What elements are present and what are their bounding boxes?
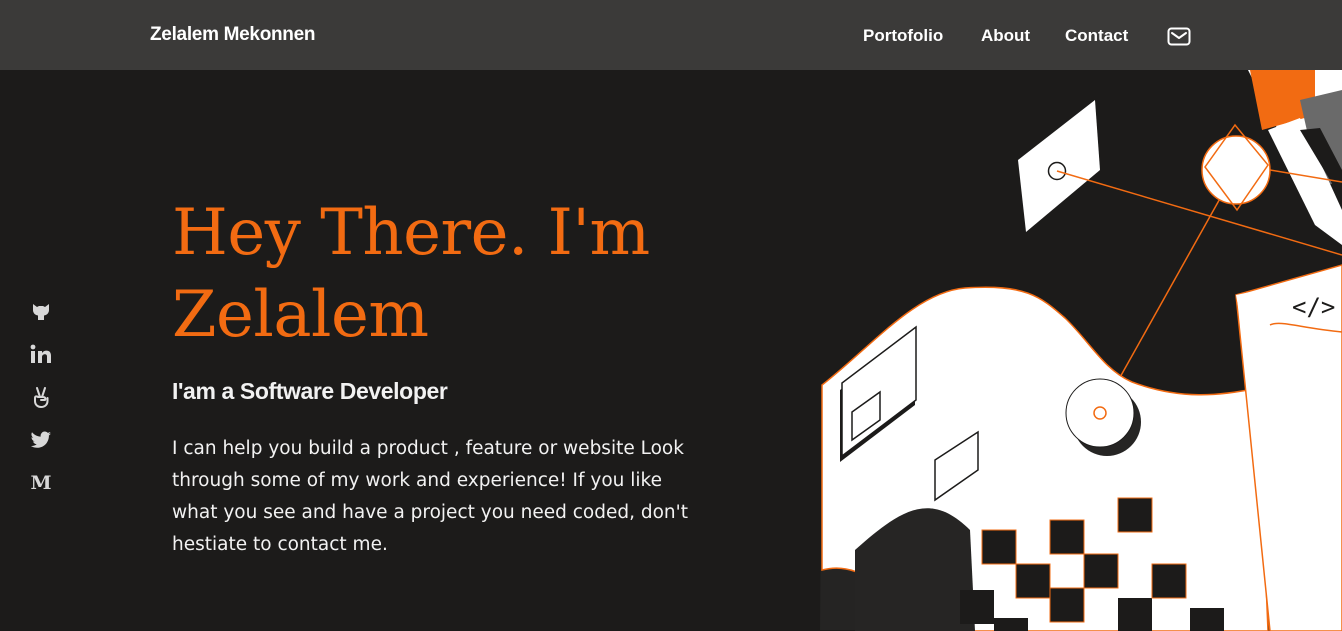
code-symbol-text: </> (1292, 293, 1335, 321)
hero-description: I can help you build a product , feature… (172, 438, 688, 555)
nav-link-about[interactable]: About (981, 26, 1030, 46)
linkedin-icon[interactable] (30, 343, 52, 365)
developer-illustration: </> (800, 70, 1342, 631)
github-icon[interactable] (30, 300, 52, 322)
twitter-icon[interactable] (30, 429, 52, 451)
nav-link-portofolio[interactable]: Portofolio (863, 26, 943, 46)
hero-title-line1: Hey There. I'm (172, 196, 650, 270)
hero-title-line2: Zelalem (172, 278, 429, 352)
angellist-icon[interactable] (30, 386, 52, 408)
navbar: Zelalem Mekonnen Portofolio About Contac… (0, 0, 1342, 70)
mail-icon[interactable] (1167, 27, 1191, 46)
hero-subtitle: I'am a Software Developer (172, 378, 448, 404)
nav-link-contact[interactable]: Contact (1065, 26, 1128, 46)
medium-icon[interactable]: M (30, 472, 52, 494)
brand-logo-link[interactable]: Zelalem Mekonnen (150, 24, 316, 46)
medium-glyph: M (30, 472, 52, 494)
hero-title: Hey There. I'm Zelalem (172, 192, 732, 356)
